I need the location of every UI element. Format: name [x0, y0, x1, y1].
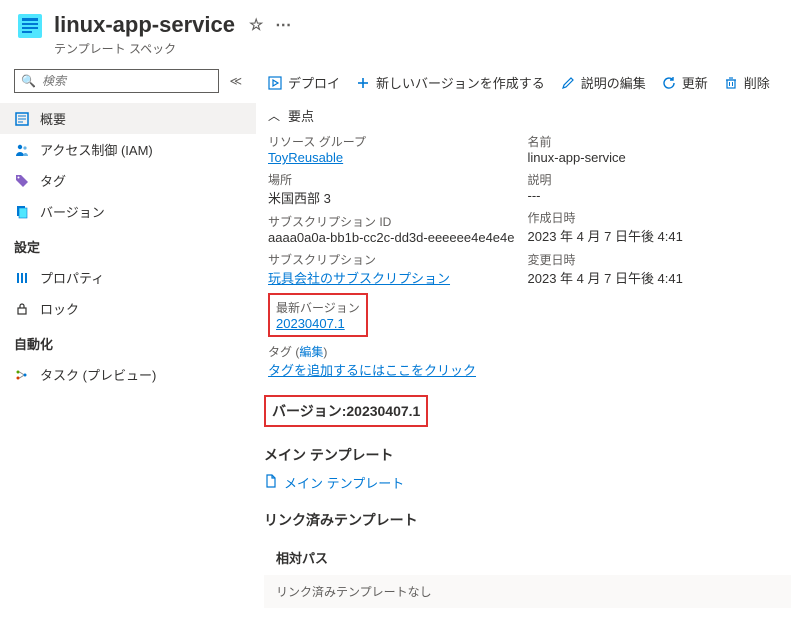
lock-icon: [14, 301, 30, 317]
essentials-toggle[interactable]: ︿ 要点: [264, 102, 791, 133]
location-value: 米国西部 3: [268, 188, 528, 207]
template-spec-icon: [16, 12, 44, 40]
modified-value: 2023 年 4 月 7 日午後 4:41: [528, 268, 788, 287]
properties-icon: [14, 270, 30, 286]
sidebar-item-locks[interactable]: ロック: [0, 293, 256, 324]
sidebar-item-label: タスク (プレビュー): [40, 365, 156, 384]
pencil-icon: [561, 76, 575, 90]
favorite-star-icon[interactable]: ☆: [249, 15, 263, 35]
chevron-up-icon: ︿: [268, 107, 280, 124]
resource-group-label: リソース グループ: [268, 133, 528, 150]
tags-edit-link[interactable]: 編集: [299, 345, 323, 359]
name-label: 名前: [528, 133, 788, 150]
search-icon: 🔍: [21, 74, 36, 88]
relative-path-label: 相対パス: [264, 538, 791, 575]
sidebar-search[interactable]: 🔍: [14, 69, 219, 93]
description-label: 説明: [528, 171, 788, 188]
trash-icon: [724, 76, 738, 90]
latest-version-label: 最新バージョン: [276, 299, 360, 316]
sidebar-item-versions[interactable]: バージョン: [0, 196, 256, 227]
tags-label-row: タグ (編集): [268, 343, 528, 360]
name-value: linux-app-service: [528, 150, 788, 165]
overview-icon: [14, 111, 30, 127]
sidebar-item-tasks[interactable]: タスク (プレビュー): [0, 359, 256, 390]
sidebar-item-label: ロック: [40, 299, 79, 318]
linked-templates-heading: リンク済みテンプレート: [264, 510, 791, 530]
collapse-sidebar-icon[interactable]: ≪: [229, 74, 242, 88]
resource-group-link[interactable]: ToyReusable: [268, 150, 528, 165]
sidebar-section-automation: 自動化: [0, 324, 256, 359]
created-value: 2023 年 4 月 7 日午後 4:41: [528, 226, 788, 245]
new-version-button[interactable]: 新しいバージョンを作成する: [356, 73, 545, 92]
sidebar-item-overview[interactable]: 概要: [0, 103, 256, 134]
sidebar: 🔍 ≪ 概要 アクセス制御 (IAM) タグ: [0, 65, 256, 628]
created-label: 作成日時: [528, 209, 788, 226]
subscription-id-value: aaaa0a0a-bb1b-cc2c-dd3d-eeeeee4e4e4e: [268, 230, 528, 245]
page-header: linux-app-service ☆ ⋯ テンプレート スペック: [0, 0, 799, 65]
version-heading: バージョン:20230407.1: [272, 403, 420, 419]
sidebar-item-label: バージョン: [40, 202, 105, 221]
latest-version-highlight: 最新バージョン 20230407.1: [268, 293, 368, 337]
plus-icon: [356, 76, 370, 90]
tag-icon: [14, 173, 30, 189]
tags-add-link[interactable]: タグを追加するにはここをクリック: [268, 360, 528, 379]
latest-version-link[interactable]: 20230407.1: [276, 316, 360, 331]
sidebar-item-label: プロパティ: [40, 268, 104, 287]
description-value: ---: [528, 188, 788, 203]
subscription-link[interactable]: 玩具会社のサブスクリプション: [268, 268, 528, 287]
deploy-button[interactable]: デプロイ: [268, 73, 340, 92]
version-heading-highlight: バージョン:20230407.1: [264, 395, 428, 427]
command-bar: デプロイ 新しいバージョンを作成する 説明の編集 更新: [264, 69, 791, 102]
page-title: linux-app-service ☆ ⋯: [54, 12, 783, 38]
main-template-link[interactable]: メイン テンプレート: [264, 473, 404, 492]
people-icon: [14, 142, 30, 158]
edit-description-button[interactable]: 説明の編集: [561, 73, 646, 92]
sidebar-item-label: アクセス制御 (IAM): [40, 140, 153, 159]
essentials-grid: リソース グループ ToyReusable 場所 米国西部 3 サブスクリプショ…: [264, 133, 791, 385]
more-menu-icon[interactable]: ⋯: [275, 15, 292, 35]
sidebar-item-label: 概要: [40, 109, 66, 128]
page-subtitle: テンプレート スペック: [54, 40, 783, 57]
main-content: デプロイ 新しいバージョンを作成する 説明の編集 更新: [256, 65, 799, 628]
modified-label: 変更日時: [528, 251, 788, 268]
location-label: 場所: [268, 171, 528, 188]
refresh-button[interactable]: 更新: [662, 73, 708, 92]
search-input[interactable]: [40, 73, 212, 89]
refresh-icon: [662, 76, 676, 90]
main-template-heading: メイン テンプレート: [264, 445, 791, 465]
sidebar-item-properties[interactable]: プロパティ: [0, 262, 256, 293]
sidebar-item-label: タグ: [40, 171, 66, 190]
linked-templates-empty: リンク済みテンプレートなし: [264, 575, 791, 608]
sidebar-section-settings: 設定: [0, 227, 256, 262]
document-icon: [264, 474, 278, 491]
versions-icon: [14, 204, 30, 220]
subscription-label: サブスクリプション: [268, 251, 528, 268]
tasks-icon: [14, 367, 30, 383]
sidebar-item-tags[interactable]: タグ: [0, 165, 256, 196]
subscription-id-label: サブスクリプション ID: [268, 213, 528, 230]
sidebar-item-iam[interactable]: アクセス制御 (IAM): [0, 134, 256, 165]
delete-button[interactable]: 削除: [724, 73, 770, 92]
deploy-icon: [268, 76, 282, 90]
